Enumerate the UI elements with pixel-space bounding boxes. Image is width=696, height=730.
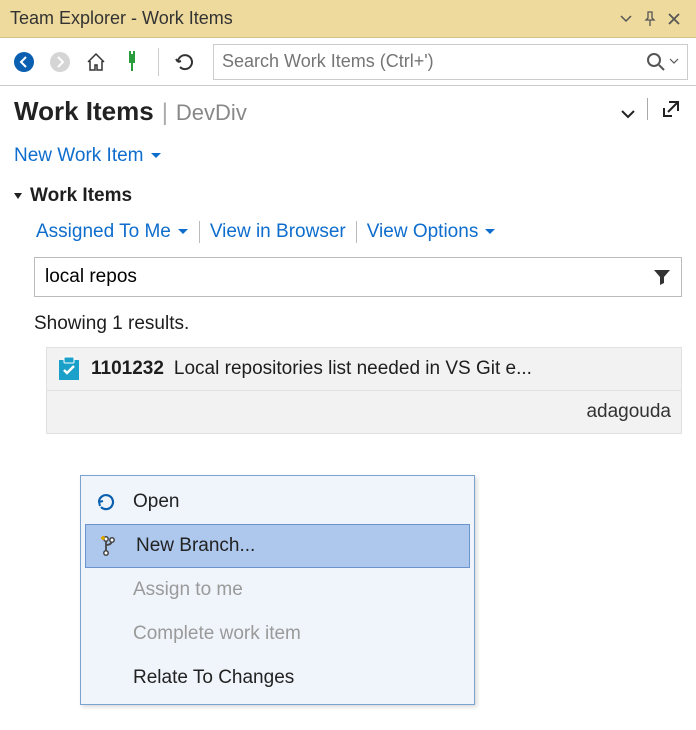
view-options-label: View Options xyxy=(367,221,479,243)
title-divider: | xyxy=(162,99,168,127)
chevron-down-icon xyxy=(484,228,496,236)
window-title: Team Explorer - Work Items xyxy=(10,8,614,29)
page-header: Work Items | DevDiv xyxy=(0,86,696,133)
work-item-assignee: adagouda xyxy=(46,391,682,434)
connect-button[interactable] xyxy=(116,46,148,78)
subhead-label: Work Items xyxy=(30,185,132,207)
view-in-browser-link[interactable]: View in Browser xyxy=(210,221,346,243)
search-dropdown-icon[interactable] xyxy=(669,58,679,66)
work-item-id: 1101232 xyxy=(91,358,164,380)
filter-textbox[interactable] xyxy=(34,257,682,297)
popout-button[interactable] xyxy=(647,98,682,120)
search-input[interactable] xyxy=(222,51,645,72)
work-items-subhead[interactable]: Work Items xyxy=(0,171,696,213)
open-icon xyxy=(93,492,119,512)
dropdown-button[interactable] xyxy=(614,7,638,31)
search-icon[interactable] xyxy=(645,51,667,73)
chevron-down-icon xyxy=(150,152,162,160)
filter-bar: Assigned To Me View in Browser View Opti… xyxy=(0,213,696,251)
close-button[interactable] xyxy=(662,7,686,31)
toolbar xyxy=(0,38,696,86)
menu-open[interactable]: Open xyxy=(83,480,472,524)
menu-complete-work-item: Complete work item xyxy=(83,612,472,656)
titlebar: Team Explorer - Work Items xyxy=(0,0,696,38)
menu-assign-to-me: Assign to me xyxy=(83,568,472,612)
work-item-title: Local repositories list needed in VS Git… xyxy=(174,358,671,380)
project-name[interactable]: DevDiv xyxy=(176,100,247,126)
filter-input[interactable] xyxy=(45,266,653,288)
filter-icon[interactable] xyxy=(653,269,671,285)
back-button[interactable] xyxy=(8,46,40,78)
new-work-item-label: New Work Item xyxy=(14,145,144,167)
menu-assign-label: Assign to me xyxy=(133,579,243,601)
page-title: Work Items xyxy=(14,96,154,127)
assigned-filter[interactable]: Assigned To Me xyxy=(36,221,189,243)
toolbar-separator xyxy=(158,48,159,76)
menu-new-branch-label: New Branch... xyxy=(136,535,255,557)
collapse-icon xyxy=(12,190,24,202)
menu-open-label: Open xyxy=(133,491,179,513)
home-button[interactable] xyxy=(80,46,112,78)
menu-relate-to-changes[interactable]: Relate To Changes xyxy=(83,656,472,700)
work-item-row[interactable]: 1101232 Local repositories list needed i… xyxy=(46,347,682,391)
filter-separator xyxy=(199,221,200,243)
search-box[interactable] xyxy=(213,44,688,80)
menu-complete-label: Complete work item xyxy=(133,623,301,645)
header-menu-button[interactable] xyxy=(621,110,635,120)
menu-relate-label: Relate To Changes xyxy=(133,667,294,689)
task-icon xyxy=(57,356,81,382)
branch-icon xyxy=(96,535,122,557)
new-work-item-section: New Work Item xyxy=(0,133,696,171)
pin-button[interactable] xyxy=(638,7,662,31)
new-work-item-link[interactable]: New Work Item xyxy=(14,145,162,167)
view-options-link[interactable]: View Options xyxy=(367,221,497,243)
context-menu: Open New Branch... Assign to me Complete… xyxy=(80,475,475,705)
menu-new-branch[interactable]: New Branch... xyxy=(85,524,470,568)
chevron-down-icon xyxy=(177,228,189,236)
assignee-text: adagouda xyxy=(586,401,671,422)
forward-button xyxy=(44,46,76,78)
refresh-button[interactable] xyxy=(169,46,201,78)
results-count-label: Showing 1 results. xyxy=(0,303,696,343)
filter-separator xyxy=(356,221,357,243)
assigned-filter-label: Assigned To Me xyxy=(36,221,171,243)
